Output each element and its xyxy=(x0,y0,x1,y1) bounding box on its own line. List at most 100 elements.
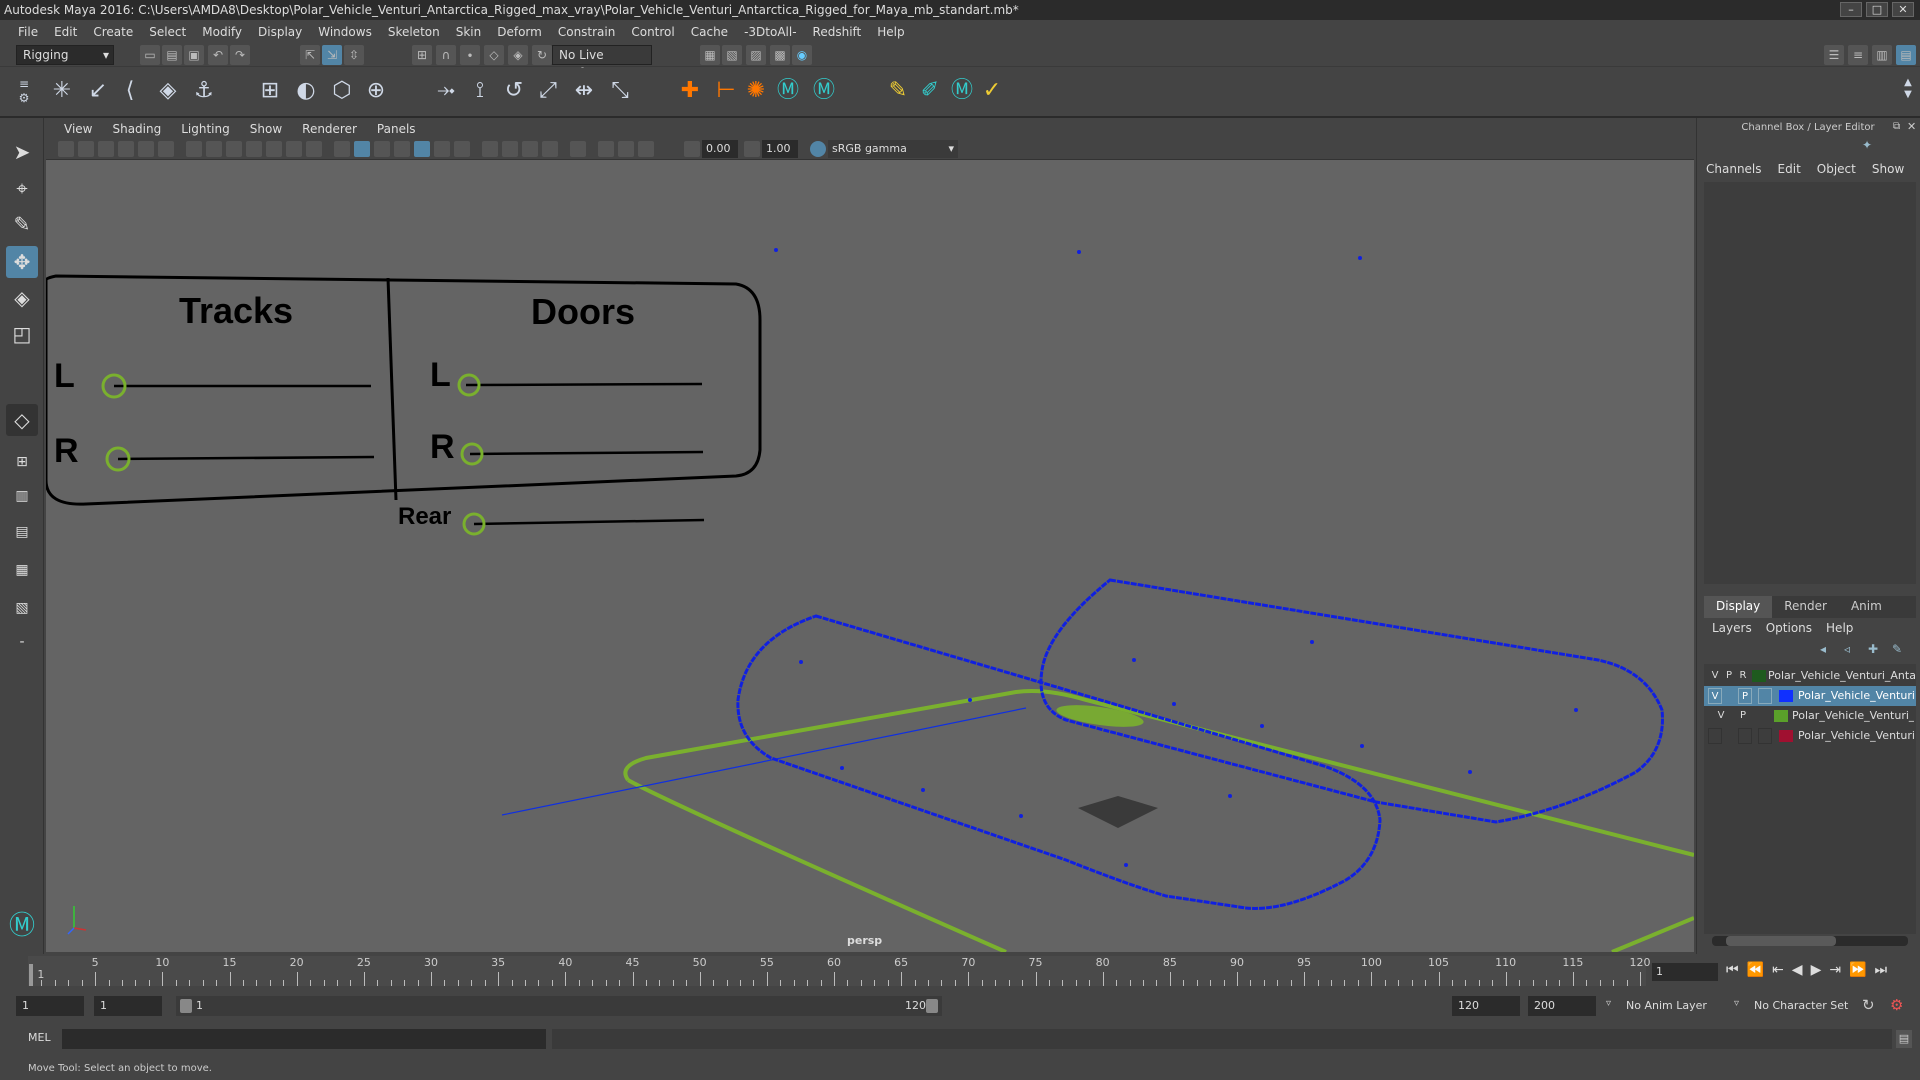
menu-cache[interactable]: Cache xyxy=(683,25,736,39)
layer-row[interactable]: Polar_Vehicle_Venturi_ xyxy=(1704,726,1916,746)
pole-vector-icon[interactable]: ⤡ xyxy=(606,77,634,105)
chevron-down-icon[interactable]: ▿ xyxy=(1734,998,1739,1009)
orient-joint-icon[interactable]: ⚓ xyxy=(190,77,218,105)
render-globe-icon[interactable]: ◉ xyxy=(792,45,812,65)
isolate-select-icon[interactable] xyxy=(570,141,586,157)
select-tool-icon[interactable]: ➤ xyxy=(6,136,38,168)
layer-display-type-toggle[interactable] xyxy=(1758,708,1772,724)
shelf-menu-icon[interactable]: ≡ ⚙ xyxy=(10,77,38,105)
anim-layer-dropdown[interactable]: No Anim Layer xyxy=(1626,999,1707,1012)
maximize-button[interactable]: □ xyxy=(1866,2,1888,17)
step-back-key-icon[interactable]: ⏪ xyxy=(1747,962,1764,978)
safe-action-icon[interactable] xyxy=(286,141,302,157)
camera-lock-icon[interactable] xyxy=(78,141,94,157)
layer-visibility-toggle[interactable]: V xyxy=(1708,688,1722,704)
menu-create[interactable]: Create xyxy=(85,25,141,39)
snap-live-icon[interactable]: ↻ xyxy=(532,45,552,65)
gamma-field[interactable]: 1.00 xyxy=(762,140,798,158)
point-constraint-icon[interactable]: ⤞ xyxy=(432,77,460,105)
menu-file[interactable]: File xyxy=(10,25,46,39)
layer-playback-toggle[interactable]: P xyxy=(1722,668,1736,684)
move-tool-icon[interactable]: ✥ xyxy=(6,246,38,278)
layer-editor-scrollbar[interactable] xyxy=(1712,936,1908,946)
render-settings-icon[interactable]: ▨ xyxy=(746,45,766,65)
menu-control[interactable]: Control xyxy=(623,25,682,39)
safe-title-icon[interactable] xyxy=(306,141,322,157)
layer-display-type-toggle[interactable]: R xyxy=(1736,668,1750,684)
time-slider-track[interactable]: 1 5 10 15 20 25 30 35 40 45 50 55 60 65 70 75 80 85 90 95 10… xyxy=(28,956,1651,986)
aim-constraint-icon[interactable]: ⟟ xyxy=(466,77,494,105)
layer-color-swatch[interactable] xyxy=(1779,730,1793,742)
tab-display[interactable]: Display xyxy=(1704,596,1773,618)
cluster-handle-icon[interactable]: ⊢ xyxy=(712,77,740,105)
layout-single-icon[interactable]: ◇ xyxy=(6,404,38,436)
snap-curve-icon[interactable]: ∩ xyxy=(436,45,456,65)
layer-playback-toggle[interactable] xyxy=(1738,728,1752,744)
cluster-icon[interactable]: ⊕ xyxy=(362,77,390,105)
new-layer-selected-icon[interactable]: ✎ xyxy=(1892,642,1910,656)
xray-active-icon[interactable] xyxy=(618,141,634,157)
cb-menu-channels[interactable]: Channels xyxy=(1706,162,1762,176)
antialias-icon[interactable] xyxy=(522,141,538,157)
hik-character-icon[interactable]: Ⓜ xyxy=(810,77,838,105)
command-input[interactable] xyxy=(62,1029,546,1049)
check-icon[interactable]: ✓ xyxy=(978,77,1006,105)
undo-icon[interactable]: ↶ xyxy=(208,45,228,65)
le-menu-help[interactable]: Help xyxy=(1826,621,1853,635)
layer-color-swatch[interactable] xyxy=(1774,710,1788,722)
blend-shape-icon[interactable]: ✐ xyxy=(916,77,944,105)
paint-weights-icon[interactable]: ✎ xyxy=(884,77,912,105)
layout-dash-icon[interactable]: - xyxy=(6,626,38,658)
menu-select[interactable]: Select xyxy=(141,25,194,39)
rotate-tool-icon[interactable]: ◈ xyxy=(6,282,38,314)
right-track-control[interactable] xyxy=(1039,578,1664,824)
menu-display[interactable]: Display xyxy=(250,25,310,39)
shade-wire-icon[interactable] xyxy=(374,141,390,157)
menu-windows[interactable]: Windows xyxy=(310,25,380,39)
hypershade-icon[interactable]: ▩ xyxy=(770,45,790,65)
xray-joints-icon[interactable] xyxy=(598,141,614,157)
vp-menu-renderer[interactable]: Renderer xyxy=(292,122,367,136)
layout-outliner-icon[interactable]: ▤ xyxy=(6,516,38,548)
go-to-end-icon[interactable]: ⏭ xyxy=(1875,962,1888,978)
move-layer-down-icon[interactable]: ◃ xyxy=(1844,642,1862,656)
backface-icon[interactable] xyxy=(638,141,654,157)
menu-edit[interactable]: Edit xyxy=(46,25,85,39)
vp-menu-panels[interactable]: Panels xyxy=(367,122,426,136)
view-transform-dropdown[interactable]: sRGB gamma ▾ xyxy=(828,140,958,158)
snap-point-icon[interactable]: ∙ xyxy=(460,45,480,65)
move-layer-up-icon[interactable]: ◂ xyxy=(1820,642,1838,656)
snap-surface-icon[interactable]: ◇ xyxy=(484,45,504,65)
menu-modify[interactable]: Modify xyxy=(194,25,250,39)
chevron-down-icon[interactable]: ▿ xyxy=(1606,998,1611,1009)
menu-constrain[interactable]: Constrain xyxy=(550,25,624,39)
layer-display-type-toggle[interactable] xyxy=(1758,688,1772,704)
field-chart-icon[interactable] xyxy=(266,141,282,157)
layer-name[interactable]: Polar_Vehicle_Venturi_ xyxy=(1798,686,1914,706)
cb-menu-object[interactable]: Object xyxy=(1817,162,1856,176)
select-object-icon[interactable]: ⇲ xyxy=(322,45,342,65)
ipr-render-icon[interactable]: ▧ xyxy=(722,45,742,65)
script-language-label[interactable]: MEL xyxy=(28,1031,51,1044)
close-panel-icon[interactable]: ✕ xyxy=(1907,120,1916,133)
channel-box-options-icon[interactable]: ✦ xyxy=(1862,138,1872,152)
camera-icon[interactable] xyxy=(58,141,74,157)
channel-box-area[interactable] xyxy=(1704,182,1916,584)
layer-name[interactable]: Polar_Vehicle_Venturi_A xyxy=(1792,706,1914,726)
range-start-handle[interactable] xyxy=(180,999,192,1013)
current-time-indicator[interactable] xyxy=(29,964,33,986)
resolution-gate-icon[interactable] xyxy=(226,141,242,157)
wireframe-icon[interactable] xyxy=(334,141,350,157)
gate-mask-icon[interactable] xyxy=(246,141,262,157)
layout-graph-icon[interactable]: ▦ xyxy=(6,554,38,586)
bind-skin-icon[interactable]: ⊞ xyxy=(256,77,284,105)
hik-control-icon[interactable]: Ⓜ xyxy=(948,77,976,105)
vp-menu-view[interactable]: View xyxy=(54,122,102,136)
cb-menu-show[interactable]: Show xyxy=(1872,162,1904,176)
exposure-field[interactable]: 0.00 xyxy=(702,140,738,158)
layer-name[interactable]: Polar_Vehicle_Venturi_ xyxy=(1798,726,1914,746)
layout-hypershade-icon[interactable]: ▧ xyxy=(6,592,38,624)
script-editor-icon[interactable]: ▤ xyxy=(1896,1030,1912,1048)
smooth-bind-icon[interactable]: ◐ xyxy=(292,77,320,105)
tool-settings-icon[interactable]: ≡ xyxy=(1848,45,1868,65)
